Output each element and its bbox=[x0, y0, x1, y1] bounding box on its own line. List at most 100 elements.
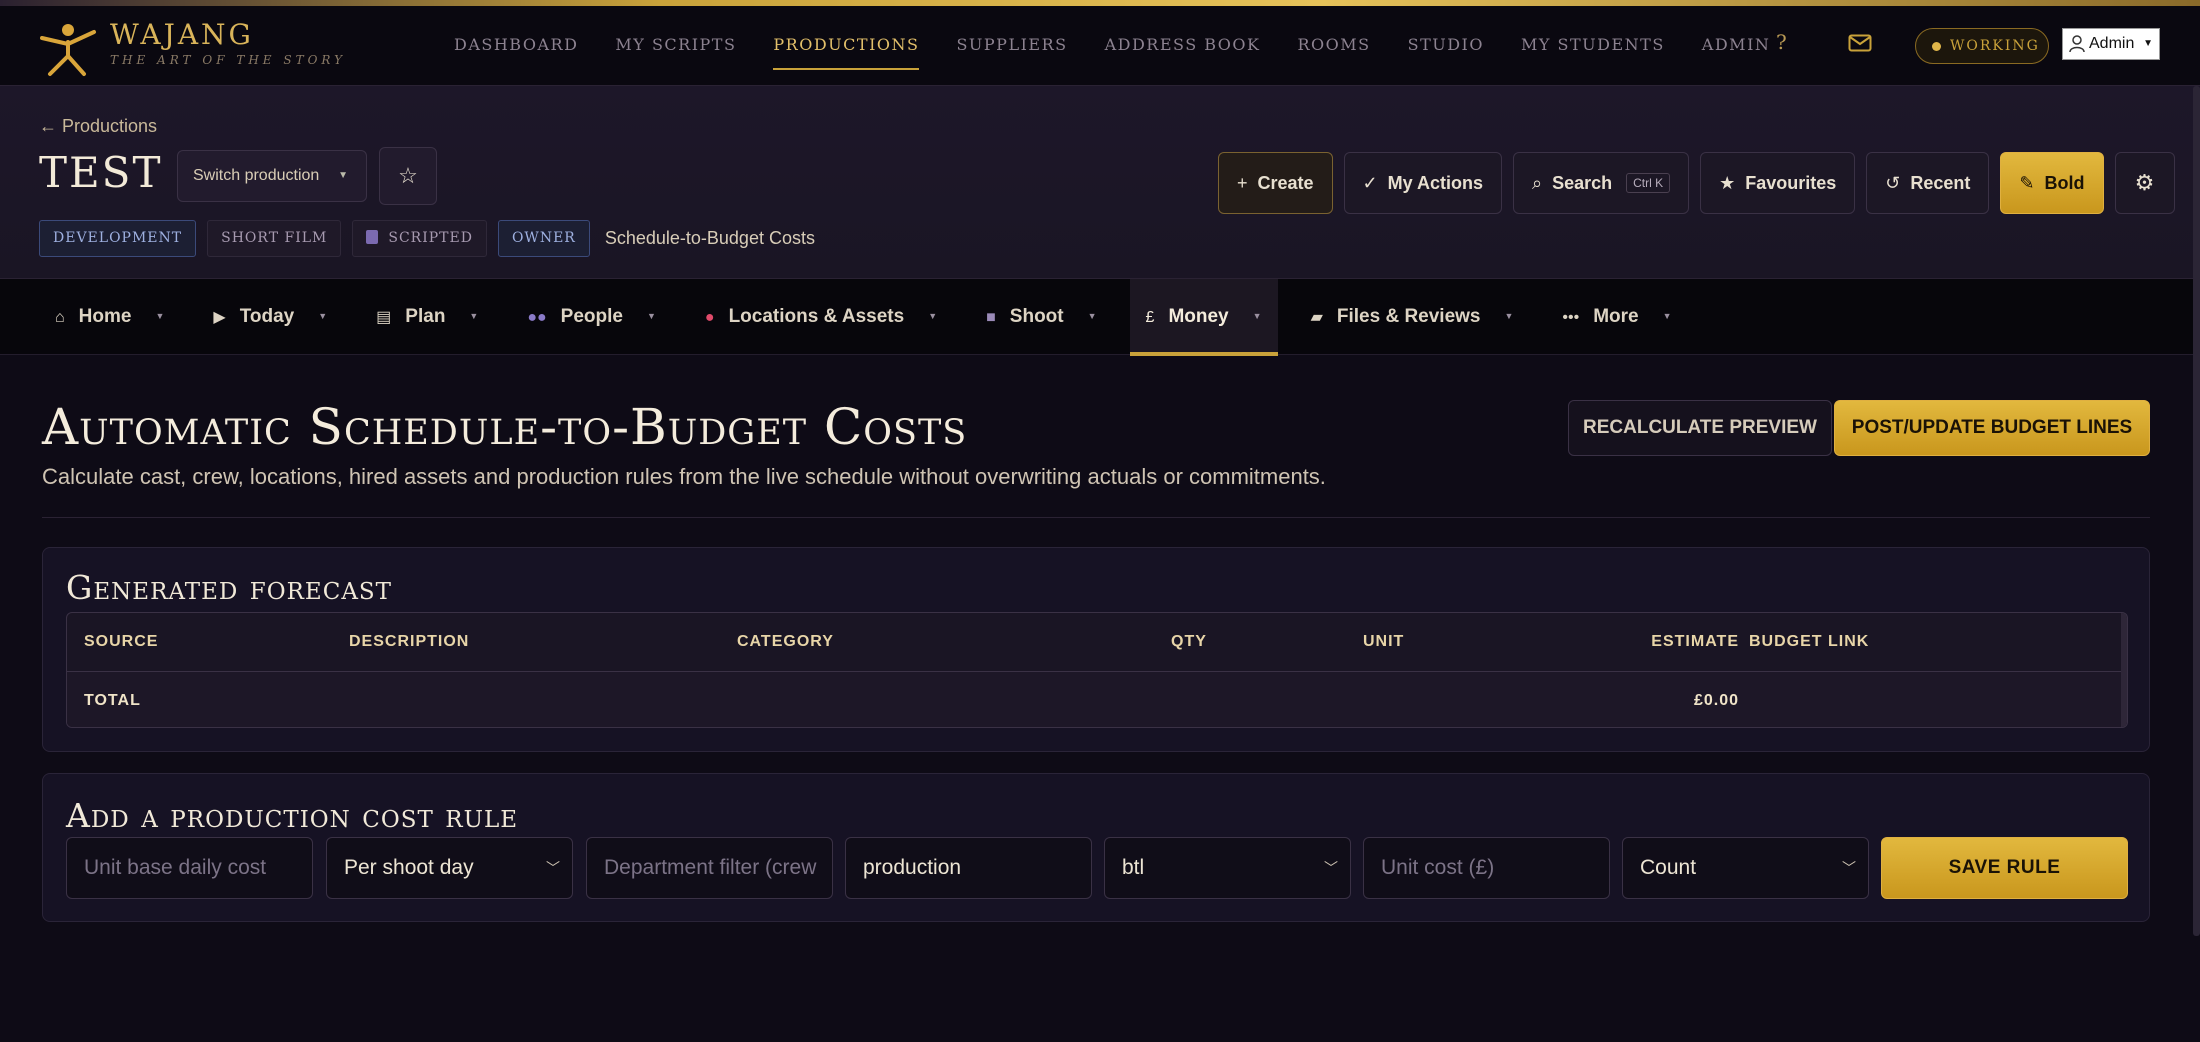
tag-short-film: SHORT FILM bbox=[207, 220, 342, 257]
column-header-qty[interactable]: QTY bbox=[1171, 613, 1207, 671]
tab-shoot[interactable]: ■ Shoot ▼ bbox=[970, 279, 1112, 355]
nav-suppliers[interactable]: SUPPLIERS bbox=[938, 6, 1085, 86]
bold-theme-button[interactable]: ✎ Bold bbox=[2000, 152, 2104, 214]
settings-gear-icon[interactable]: ⚙ bbox=[2114, 152, 2175, 214]
chevron-down-icon: ﹀ bbox=[1324, 860, 1338, 876]
help-icon[interactable]: ? bbox=[1776, 30, 1796, 54]
switch-production-label: Switch production bbox=[193, 167, 320, 184]
wajang-logo-icon[interactable] bbox=[36, 16, 100, 80]
tab-more[interactable]: ••• More ▼ bbox=[1546, 279, 1687, 355]
quantity-mode-value: Count bbox=[1640, 856, 1697, 879]
production-tags: DEVELOPMENT SHORT FILM SCRIPTED OWNER Sc… bbox=[39, 220, 815, 257]
chevron-down-icon: ▼ bbox=[646, 311, 656, 321]
script-icon bbox=[366, 230, 379, 244]
nav-rooms[interactable]: ROOMS bbox=[1279, 6, 1388, 86]
tab-plan[interactable]: ▤ Plan ▼ bbox=[360, 279, 494, 355]
column-header-source[interactable]: SOURCE bbox=[84, 613, 158, 671]
history-icon: ↺ bbox=[1885, 173, 1901, 193]
pin-icon: ● bbox=[704, 309, 715, 326]
column-header-description[interactable]: DESCRIPTION bbox=[349, 613, 469, 671]
tab-money-label: Money bbox=[1168, 306, 1229, 327]
chevron-down-icon: ﹀ bbox=[546, 860, 560, 876]
post-update-budget-lines-button[interactable]: POST/UPDATE BUDGET LINES bbox=[1834, 400, 2150, 456]
forecast-panel: Generated forecast SOURCE DESCRIPTION CA… bbox=[42, 547, 2150, 752]
rule-name-input[interactable]: Unit base daily cost bbox=[66, 837, 313, 899]
status-badge[interactable]: WORKING bbox=[1915, 28, 2049, 64]
category-input[interactable]: production bbox=[845, 837, 1092, 899]
page-context: Schedule-to-Budget Costs bbox=[604, 228, 815, 248]
search-icon: ⌕ bbox=[1531, 173, 1543, 193]
pen-icon: ✎ bbox=[2019, 173, 2035, 193]
search-button[interactable]: ⌕ Search Ctrl K bbox=[1512, 152, 1690, 214]
mail-icon[interactable] bbox=[1848, 34, 1872, 52]
line-type-select[interactable]: btl ﹀ bbox=[1104, 837, 1351, 899]
save-rule-button[interactable]: SAVE RULE bbox=[1881, 837, 2128, 899]
switch-production-button[interactable]: Switch production ▼ bbox=[177, 150, 367, 202]
frequency-select[interactable]: Per shoot day ﹀ bbox=[326, 837, 573, 899]
nav-studio[interactable]: STUDIO bbox=[1390, 6, 1502, 86]
play-icon: ▶ bbox=[213, 309, 226, 326]
status-label: WORKING bbox=[1950, 38, 2040, 54]
nav-productions[interactable]: PRODUCTIONS bbox=[755, 6, 937, 86]
column-header-category[interactable]: CATEGORY bbox=[737, 613, 834, 671]
column-header-budget-link[interactable]: BUDGET LINK bbox=[1749, 613, 1869, 671]
create-button[interactable]: + Create bbox=[1218, 152, 1333, 214]
tab-today[interactable]: ▶ Today ▼ bbox=[197, 279, 343, 355]
production-header: ← Productions TEST 1 Switch production ▼… bbox=[0, 86, 2200, 279]
nav-my-students[interactable]: MY STUDENTS bbox=[1503, 6, 1683, 86]
forecast-table: SOURCE DESCRIPTION CATEGORY QTY UNIT EST… bbox=[66, 612, 2128, 728]
tab-people[interactable]: ●● People ▼ bbox=[511, 279, 672, 355]
home-icon: ⌂ bbox=[55, 309, 65, 326]
main-nav: DASHBOARD MY SCRIPTS PRODUCTIONS SUPPLIE… bbox=[436, 6, 1789, 86]
tab-money[interactable]: £ Money ▼ bbox=[1129, 279, 1278, 356]
user-name: Admin bbox=[2089, 35, 2135, 52]
my-actions-button[interactable]: ✓ My Actions bbox=[1343, 152, 1502, 214]
table-total-row: TOTAL £0.00 bbox=[67, 671, 2127, 727]
nav-dashboard[interactable]: DASHBOARD bbox=[436, 6, 596, 86]
search-label: Search bbox=[1552, 173, 1613, 193]
recalculate-preview-button[interactable]: RECALCULATE PREVIEW bbox=[1568, 400, 1832, 456]
chevron-down-icon: ▼ bbox=[1087, 311, 1097, 321]
chevron-down-icon: ﹀ bbox=[1842, 860, 1856, 876]
frequency-value: Per shoot day bbox=[344, 856, 474, 879]
table-header-row: SOURCE DESCRIPTION CATEGORY QTY UNIT EST… bbox=[67, 613, 2127, 671]
folder-icon: ▰ bbox=[1310, 309, 1323, 326]
tab-locations-assets-label: Locations & Assets bbox=[728, 306, 905, 327]
page-subtitle: Calculate cast, crew, locations, hired a… bbox=[42, 464, 1326, 489]
favourite-star-icon[interactable]: ☆ bbox=[379, 147, 437, 205]
column-header-estimate[interactable]: ESTIMATE bbox=[1651, 613, 1739, 671]
chevron-down-icon: ▼ bbox=[1252, 311, 1262, 321]
nav-my-scripts[interactable]: MY SCRIPTS bbox=[597, 6, 754, 86]
tab-home-label: Home bbox=[78, 306, 132, 327]
more-icon: ••• bbox=[1562, 309, 1580, 326]
cost-rule-panel: Add a production cost rule Unit base dai… bbox=[42, 773, 2150, 922]
tab-plan-label: Plan bbox=[405, 306, 446, 327]
quantity-mode-select[interactable]: Count ﹀ bbox=[1622, 837, 1869, 899]
recent-button[interactable]: ↺ Recent bbox=[1866, 152, 1990, 214]
department-filter-input[interactable]: Department filter (crew bbox=[586, 837, 833, 899]
nav-admin[interactable]: ADMIN bbox=[1684, 6, 1789, 86]
tab-home[interactable]: ⌂ Home ▼ bbox=[39, 279, 180, 355]
star-icon: ★ bbox=[1719, 173, 1736, 193]
brand-name: WAJANG bbox=[110, 18, 254, 51]
tab-files-reviews-label: Files & Reviews bbox=[1336, 306, 1481, 327]
tab-locations-assets[interactable]: ● Locations & Assets ▼ bbox=[689, 279, 953, 355]
chevron-down-icon: ▼ bbox=[469, 311, 479, 321]
tab-people-label: People bbox=[560, 306, 623, 327]
camera-icon: ■ bbox=[986, 309, 996, 326]
line-type-value: btl bbox=[1122, 856, 1145, 879]
tab-files-reviews[interactable]: ▰ Files & Reviews ▼ bbox=[1295, 279, 1530, 355]
tag-scripted: SCRIPTED bbox=[352, 220, 487, 257]
table-scrollbar[interactable] bbox=[2121, 613, 2127, 727]
page-title: Automatic Schedule-to-Budget Costs bbox=[42, 398, 968, 456]
back-to-productions-link[interactable]: ← Productions bbox=[39, 116, 157, 137]
favourites-button[interactable]: ★ Favourites bbox=[1700, 152, 1856, 214]
unit-cost-input[interactable]: Unit cost (£) bbox=[1363, 837, 1610, 899]
nav-address-book[interactable]: ADDRESS BOOK bbox=[1087, 6, 1279, 86]
tag-scripted-label: SCRIPTED bbox=[388, 230, 473, 246]
column-header-unit[interactable]: UNIT bbox=[1363, 613, 1404, 671]
page-scrollbar[interactable] bbox=[2193, 86, 2200, 936]
total-value: £0.00 bbox=[1693, 692, 1739, 709]
tab-shoot-label: Shoot bbox=[1009, 306, 1064, 327]
user-menu[interactable]: Admin ▼ bbox=[2062, 28, 2160, 60]
